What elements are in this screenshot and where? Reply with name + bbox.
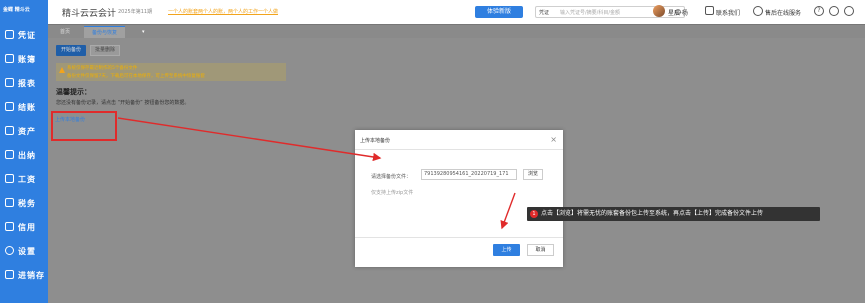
annotation-arrows — [117, 117, 516, 230]
arrow-to-dialog — [117, 117, 382, 162]
arrow-to-upload — [500, 192, 516, 230]
